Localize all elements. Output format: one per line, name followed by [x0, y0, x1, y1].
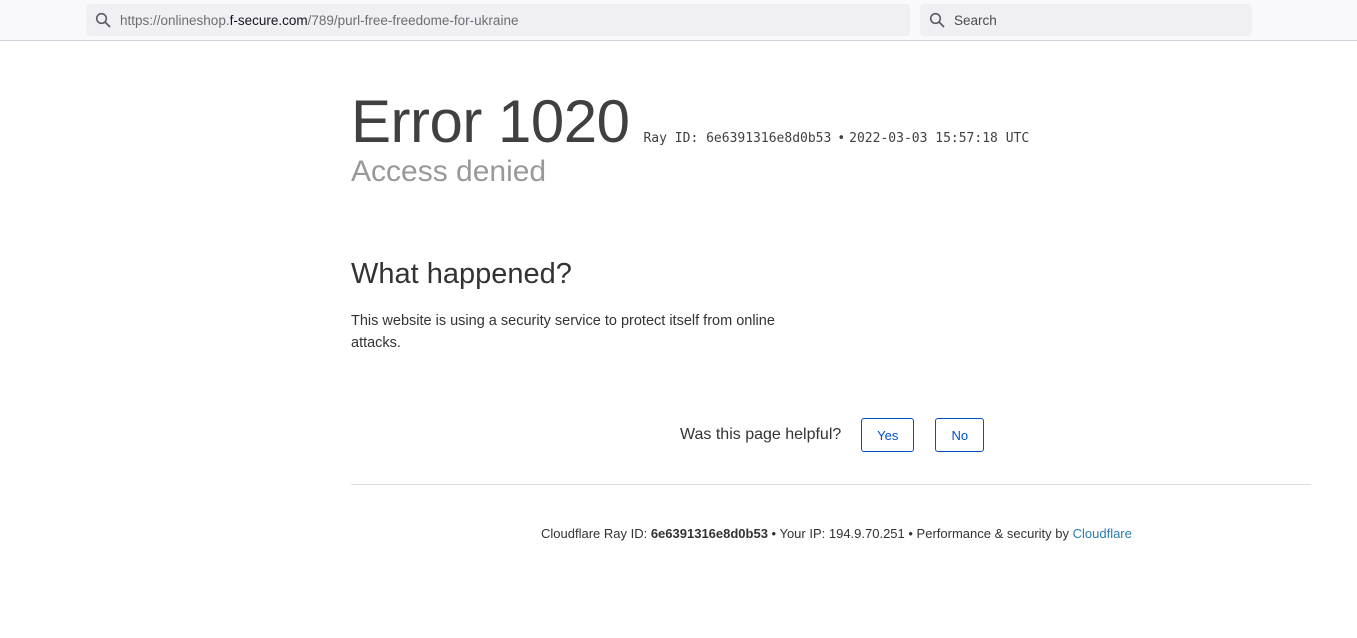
search-icon [95, 12, 111, 28]
footer-ray-label: Cloudflare Ray ID: [541, 526, 651, 541]
feedback-yes-button[interactable]: Yes [861, 418, 915, 452]
footer-ray-id: 6e6391316e8d0b53 [650, 526, 768, 541]
error-subtitle: Access denied [351, 155, 547, 188]
ray-separator: • [837, 131, 846, 146]
url-text[interactable]: https://onlineshop.f-secure.com/789/purl… [120, 13, 518, 28]
error-title: Error 1020 [351, 88, 630, 155]
error-header: Error 1020 Ray ID: 6e6391316e8d0b53 • 2022… [351, 86, 1311, 158]
what-happened-text: This website is using a security service… [351, 313, 775, 351]
search-icon [929, 12, 945, 28]
error-timestamp: 2022-03-03 15:57:18 UTC [849, 131, 1030, 146]
browser-toolbar: https://onlineshop.f-secure.com/789/purl… [0, 0, 1357, 41]
url-path: /789/purl-free-freedome-for-ukraine [307, 12, 519, 28]
url-domain: f-secure.com [229, 12, 308, 28]
feedback-widget: Was this page helpful? Yes No [680, 418, 985, 452]
feedback-question: Was this page helpful? [680, 426, 842, 443]
ray-id: Ray ID: 6e6391316e8d0b53 [643, 131, 832, 146]
footer-divider [351, 484, 1311, 485]
search-input[interactable]: Search [954, 13, 997, 28]
what-happened-heading: What happened? [351, 258, 572, 290]
url-bar[interactable]: https://onlineshop.f-secure.com/789/purl… [86, 4, 910, 36]
ray-info: Ray ID: 6e6391316e8d0b53 • 2022-03-03 15:5… [643, 131, 1029, 146]
footer-ip-text: • Your IP: 194.9.70.251 • Performance & … [767, 526, 1073, 541]
url-prefix: https://onlineshop. [120, 12, 230, 28]
search-bar[interactable]: Search [920, 4, 1252, 36]
error-page: Error 1020 Ray ID: 6e6391316e8d0b53 • 2022… [351, 86, 1311, 541]
cloudflare-link[interactable]: Cloudflare [1073, 526, 1132, 541]
feedback-no-button[interactable]: No [935, 418, 985, 452]
footer: Cloudflare Ray ID: 6e6391316e8d0b53 • Yo… [541, 526, 1132, 541]
